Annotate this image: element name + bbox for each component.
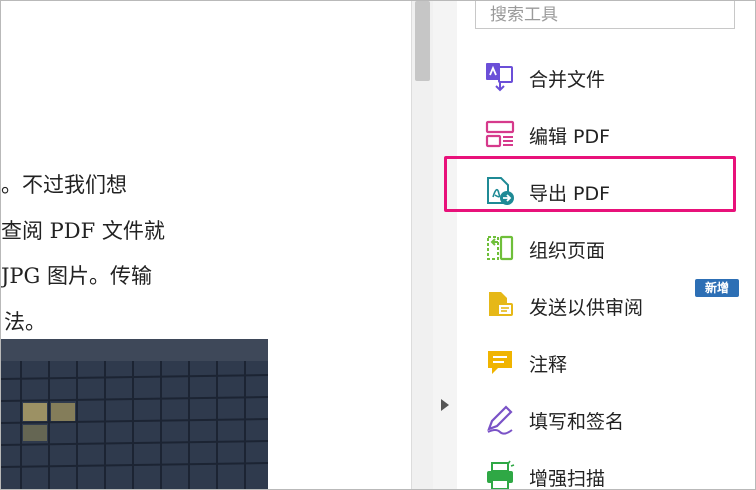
doc-text-line: 查阅 PDF 文件就 bbox=[1, 219, 165, 243]
tool-label: 编辑 PDF bbox=[529, 126, 611, 148]
tool-export-pdf[interactable]: 导出 PDF bbox=[475, 171, 741, 211]
collapse-pane-button[interactable] bbox=[439, 397, 451, 413]
tool-label: 增强扫描 bbox=[529, 468, 606, 490]
tools-pane: 搜索工具 合并文件 编辑 PDF 导出 PDF 组织页面 发送以供审阅 新增 注… bbox=[457, 1, 755, 489]
doc-text-line: 。不过我们想 bbox=[1, 173, 127, 197]
comment-icon bbox=[484, 346, 516, 378]
edit-pdf-icon bbox=[484, 118, 516, 150]
search-placeholder: 搜索工具 bbox=[490, 5, 558, 25]
building-photo bbox=[1, 339, 268, 489]
tool-label: 填写和签名 bbox=[529, 411, 625, 433]
enhance-scans-icon bbox=[484, 460, 516, 489]
search-tools-input[interactable]: 搜索工具 bbox=[475, 1, 735, 29]
export-pdf-icon bbox=[484, 175, 516, 207]
doc-text-line: JPG 图片。传输 bbox=[1, 264, 152, 288]
send-for-review-icon bbox=[484, 289, 516, 321]
chevron-right-icon bbox=[441, 399, 449, 411]
vertical-scrollbar[interactable] bbox=[411, 1, 433, 489]
tool-label: 合并文件 bbox=[529, 69, 606, 91]
tool-edit-pdf[interactable]: 编辑 PDF bbox=[475, 114, 741, 154]
tool-comment[interactable]: 注释 bbox=[475, 342, 741, 382]
scrollbar-thumb[interactable] bbox=[415, 1, 430, 81]
app-window: 。不过我们想 查阅 PDF 文件就 JPG 图片。传输 法。 搜索工具 合并文件… bbox=[0, 0, 756, 490]
fill-sign-icon bbox=[484, 403, 516, 435]
organize-pages-icon bbox=[484, 232, 516, 264]
tool-enhance-scans[interactable]: 增强扫描 bbox=[475, 456, 741, 490]
tool-label: 导出 PDF bbox=[529, 183, 611, 205]
tool-label: 发送以供审阅 bbox=[529, 297, 644, 319]
pane-divider bbox=[433, 1, 457, 489]
tool-organize-pages[interactable]: 组织页面 bbox=[475, 228, 741, 268]
doc-text-line: 法。 bbox=[4, 310, 46, 334]
combine-files-icon bbox=[484, 61, 516, 93]
tool-fill-sign[interactable]: 填写和签名 bbox=[475, 399, 741, 439]
tool-label: 注释 bbox=[529, 354, 568, 376]
new-badge: 新增 bbox=[695, 279, 739, 297]
document-page: 。不过我们想 查阅 PDF 文件就 JPG 图片。传输 法。 bbox=[1, 1, 411, 489]
tool-label: 组织页面 bbox=[529, 240, 606, 262]
tool-combine-files[interactable]: 合并文件 bbox=[475, 57, 741, 97]
